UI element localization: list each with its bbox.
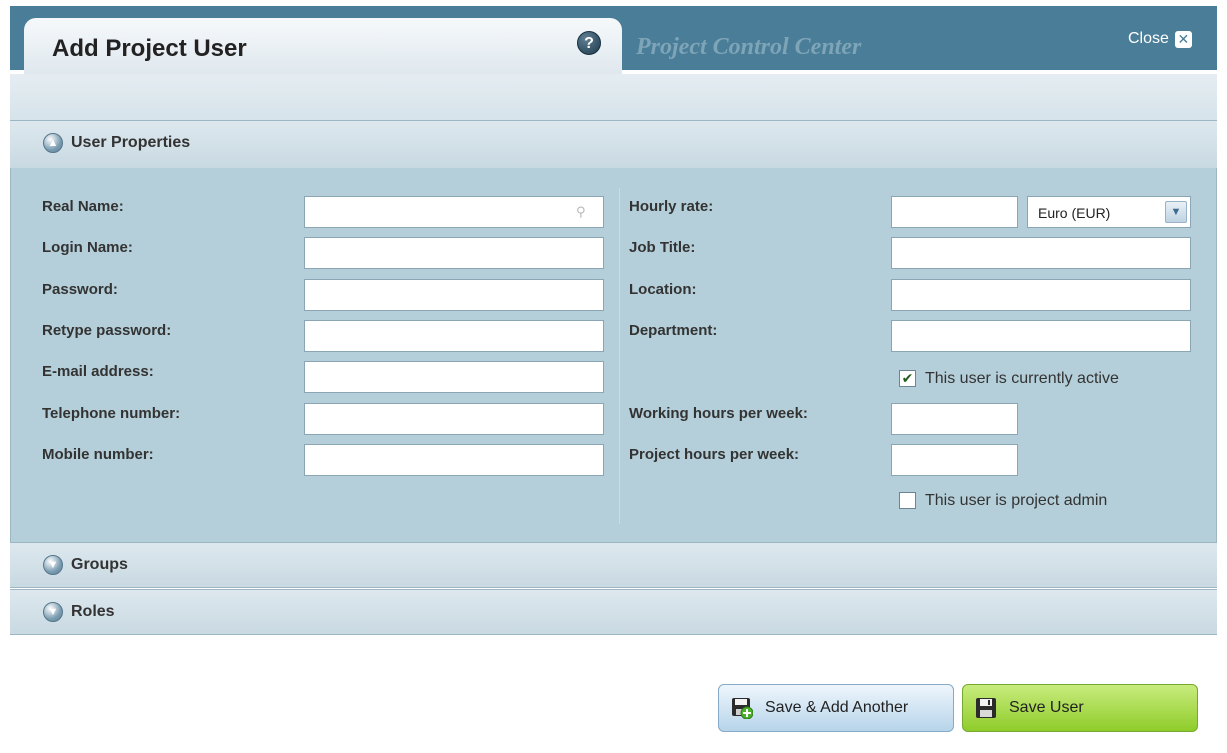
department-label: Department: <box>629 322 718 339</box>
title-tab: Add Project User <box>24 18 622 74</box>
section-expand-icon: ▼ <box>43 602 63 622</box>
password-label: Password: <box>42 281 118 298</box>
section-expand-icon: ▲ <box>43 133 63 153</box>
close-label: Close <box>1128 30 1169 47</box>
job-title-label: Job Title: <box>629 239 696 256</box>
retype-password-input[interactable] <box>304 320 604 352</box>
floppy-disk-icon <box>976 698 996 718</box>
section-expand-icon: ▼ <box>43 555 63 575</box>
retype-password-label: Retype password: <box>42 322 172 339</box>
project-hours-label: Project hours per week: <box>629 446 800 463</box>
telephone-input[interactable] <box>304 403 604 435</box>
login-name-input[interactable] <box>304 237 604 269</box>
section-label: Groups <box>71 556 128 573</box>
department-input[interactable] <box>891 320 1191 352</box>
section-label: User Properties <box>71 134 191 151</box>
email-label: E-mail address: <box>42 363 154 380</box>
email-input[interactable] <box>304 361 604 393</box>
save-add-another-label: Save & Add Another <box>765 699 909 716</box>
hourly-rate-input[interactable] <box>891 196 1018 228</box>
section-user-properties[interactable]: ▲ User Properties <box>10 120 1217 168</box>
job-title-input[interactable] <box>891 237 1191 269</box>
currency-selected: Euro (EUR) <box>1038 205 1111 221</box>
currency-select[interactable]: Euro (EUR) ▼ <box>1027 196 1191 228</box>
admin-checkbox[interactable] <box>899 492 916 509</box>
save-add-icon <box>732 698 753 719</box>
project-hours-input[interactable] <box>891 444 1018 476</box>
dialog-title: Add Project User <box>52 35 247 62</box>
admin-checkbox-label: This user is project admin <box>925 492 1108 509</box>
help-icon[interactable]: ? <box>577 31 601 55</box>
chevron-down-icon[interactable]: ▼ <box>1165 201 1187 223</box>
password-input[interactable] <box>304 279 604 311</box>
login-name-label: Login Name: <box>42 239 133 256</box>
section-roles[interactable]: ▼ Roles <box>10 589 1217 635</box>
location-input[interactable] <box>891 279 1191 311</box>
subheader-strip <box>10 74 1217 120</box>
search-icon: ⚲ <box>576 204 586 219</box>
mobile-label: Mobile number: <box>42 446 154 463</box>
active-checkbox-label: This user is currently active <box>925 370 1119 387</box>
working-hours-input[interactable] <box>891 403 1018 435</box>
active-checkbox[interactable]: ✔ <box>899 370 916 387</box>
close-icon: ✕ <box>1174 30 1192 48</box>
column-divider <box>619 188 620 524</box>
mobile-input[interactable] <box>304 444 604 476</box>
section-groups[interactable]: ▼ Groups <box>10 542 1217 588</box>
user-properties-panel: Real Name: ⚲ Login Name: Password: Retyp… <box>10 168 1217 542</box>
save-add-another-button[interactable]: Save & Add Another <box>718 684 954 732</box>
real-name-input[interactable] <box>304 196 604 228</box>
save-user-button[interactable]: Save User <box>962 684 1198 732</box>
close-button[interactable]: Close ✕ <box>1128 30 1192 48</box>
telephone-label: Telephone number: <box>42 405 181 422</box>
location-label: Location: <box>629 281 697 298</box>
save-user-label: Save User <box>1009 699 1084 716</box>
working-hours-label: Working hours per week: <box>629 405 808 422</box>
hourly-rate-label: Hourly rate: <box>629 198 714 215</box>
section-label: Roles <box>71 603 115 620</box>
real-name-label: Real Name: <box>42 198 124 215</box>
app-title: Project Control Center <box>636 34 862 60</box>
add-project-user-dialog: Add Project User ? Project Control Cente… <box>10 6 1217 753</box>
